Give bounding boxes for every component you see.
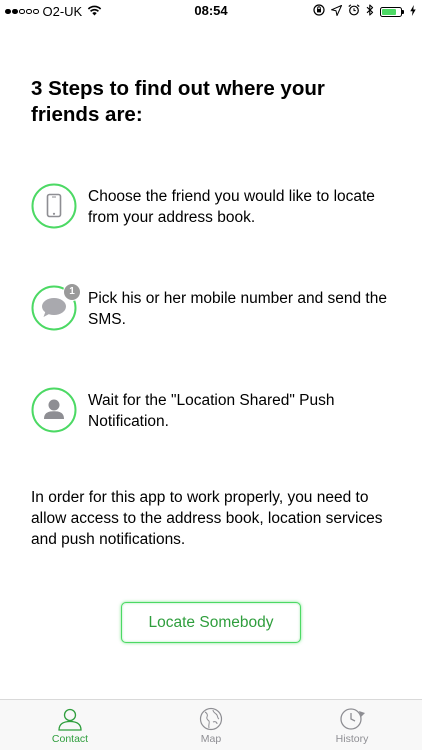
tab-history[interactable]: History xyxy=(282,700,422,750)
location-arrow-icon xyxy=(331,4,342,19)
status-bar-right xyxy=(313,4,416,19)
phone-icon xyxy=(31,183,77,229)
tab-contact-label: Contact xyxy=(51,733,89,745)
step-3-text: Wait for the "Location Shared" Push Noti… xyxy=(88,392,335,430)
step-2: 1 Pick his or her mobile number and send… xyxy=(31,283,401,331)
step-1-text: Choose the friend you would like to loca… xyxy=(88,188,375,226)
tab-map[interactable]: Map xyxy=(141,700,281,750)
tab-map-label: Map xyxy=(200,733,222,745)
rotation-lock-icon xyxy=(313,4,325,19)
message-icon: 1 xyxy=(31,283,81,331)
status-bar: O2-UK 08:54 xyxy=(0,0,422,22)
clock-icon xyxy=(282,707,422,731)
step-1: Choose the friend you would like to loca… xyxy=(31,183,401,229)
page-title: 3 Steps to find out where your friends a… xyxy=(31,77,325,126)
battery-icon xyxy=(380,6,404,17)
person-icon xyxy=(31,387,77,433)
step-2-text: Pick his or her mobile number and send t… xyxy=(88,290,387,328)
step-3: Wait for the "Location Shared" Push Noti… xyxy=(31,387,401,433)
tab-history-label: History xyxy=(335,733,369,745)
bluetooth-icon xyxy=(366,4,374,19)
tab-bar: Contact Map History xyxy=(0,699,422,750)
contact-icon xyxy=(0,707,140,731)
charging-bolt-icon xyxy=(410,4,416,19)
permissions-info-text: In order for this app to work properly, … xyxy=(31,489,383,548)
locate-somebody-button[interactable]: Locate Somebody xyxy=(121,602,301,643)
globe-icon xyxy=(141,707,281,731)
notification-badge: 1 xyxy=(63,283,81,301)
tab-contact[interactable]: Contact xyxy=(0,700,140,750)
alarm-icon xyxy=(348,4,360,19)
